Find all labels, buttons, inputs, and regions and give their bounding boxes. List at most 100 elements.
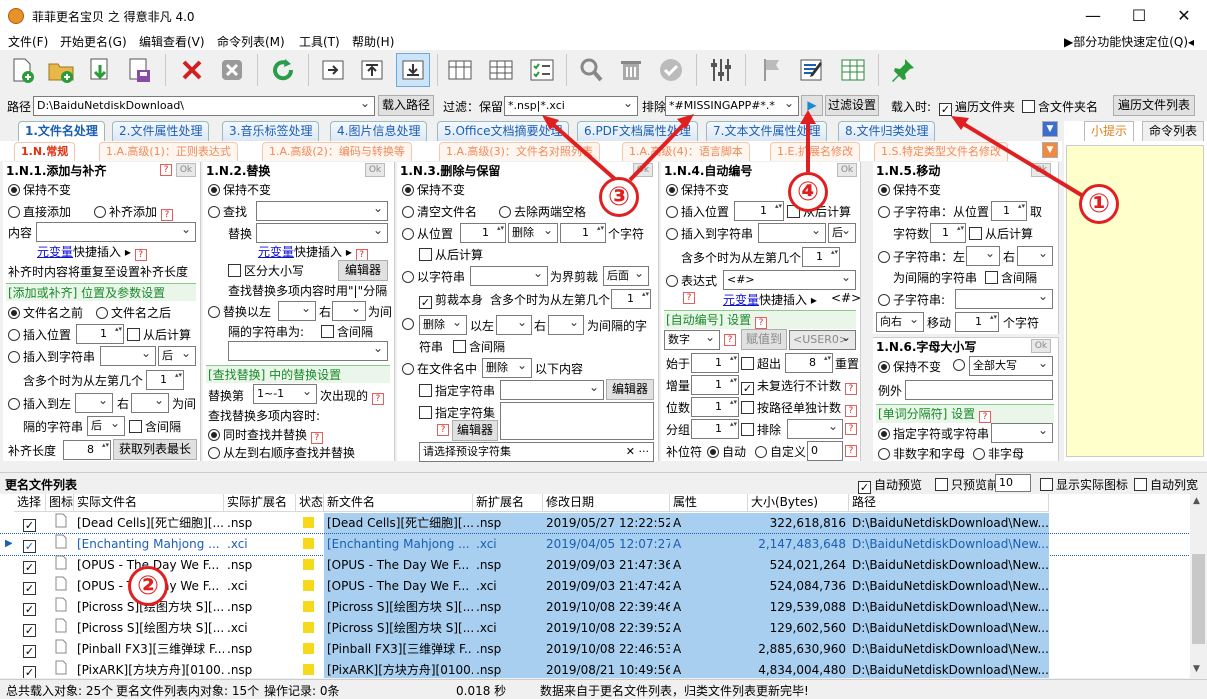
expr-radio[interactable]: 表达式 bbox=[666, 272, 717, 289]
hash-token[interactable]: <#> bbox=[831, 291, 861, 305]
tab-image-info[interactable]: 4.图片信息处理 bbox=[330, 121, 428, 141]
get-max-button[interactable]: 获取列表最长 bbox=[113, 439, 197, 460]
menu-command-list[interactable]: 命令列表(M) bbox=[217, 33, 285, 50]
find-input[interactable] bbox=[256, 201, 388, 221]
col-name[interactable]: 实际文件名 bbox=[74, 494, 224, 512]
clear-name-radio[interactable]: 清空文件名 bbox=[402, 203, 477, 220]
expr-input[interactable]: <#> bbox=[723, 270, 856, 290]
path-input[interactable]: D:\BaiduNetdiskDownload\ bbox=[33, 96, 375, 116]
pos-stepper[interactable]: 1 bbox=[460, 223, 506, 243]
subtab-normal[interactable]: 1.N.常规 bbox=[14, 142, 76, 161]
pin-icon[interactable] bbox=[886, 53, 920, 87]
case-select[interactable]: 全部大写 bbox=[969, 356, 1053, 376]
spec-radio[interactable]: 指定字符或字符串 bbox=[878, 425, 989, 442]
substr3-radio[interactable]: 子字符串: bbox=[878, 291, 945, 308]
keep-radio[interactable]: 保持不变 bbox=[8, 181, 71, 198]
in-name-radio[interactable]: 在文件名中 bbox=[402, 360, 477, 377]
table-row[interactable]: ✓ [Picross S][绘图方块 S][... .xci [Picross S][… bbox=[0, 618, 1190, 639]
insert-str-radio[interactable]: 插入到字符串 bbox=[8, 348, 95, 365]
step-stepper[interactable]: 1 bbox=[691, 375, 739, 395]
multi-stepper[interactable]: 1 bbox=[611, 289, 651, 309]
move-right-icon[interactable] bbox=[316, 53, 350, 87]
auto-preview-checkbox[interactable]: ✓ 自动预览 bbox=[858, 476, 922, 494]
group-stepper[interactable]: 1 bbox=[691, 419, 739, 439]
tab-dropdown-icon[interactable]: ▼ bbox=[1042, 121, 1058, 137]
ok-button[interactable]: Ok bbox=[1031, 163, 1051, 177]
filter-settings-button[interactable]: 过滤设置 bbox=[825, 95, 879, 116]
spreadsheet-icon[interactable] bbox=[836, 53, 870, 87]
replace-input[interactable] bbox=[256, 223, 388, 243]
by-path-checkbox[interactable]: 按路径单独计数 ? bbox=[741, 399, 857, 417]
delete-select-2[interactable]: 删除 bbox=[419, 315, 467, 335]
flag-icon[interactable] bbox=[755, 53, 789, 87]
subtab-encoding[interactable]: 1.A.高级(2)：编码与转换等 bbox=[262, 142, 412, 161]
quick-locate-menu[interactable]: ▶部分功能快速定位(Q)◂ bbox=[1064, 33, 1194, 50]
table-row[interactable]: ✓[OPUS - The Day We F....xci[OPUS - The … bbox=[0, 576, 1190, 597]
var-quick-insert[interactable]: 元变量快捷插入 ▸ ? bbox=[258, 243, 368, 261]
table-row[interactable]: ✓ [Dead Cells][死亡细胞][... .nsp [Dead Cells][… bbox=[0, 513, 1190, 534]
move-stepper[interactable]: 1 bbox=[955, 312, 999, 332]
trash-icon[interactable] bbox=[614, 53, 648, 87]
from-end-checkbox[interactable]: 从后计算 bbox=[969, 225, 1033, 242]
insert-str-input[interactable] bbox=[100, 346, 156, 366]
menu-tools[interactable]: 工具(T) bbox=[299, 33, 340, 50]
substr-lr-radio[interactable]: 子字符串：左 bbox=[878, 248, 965, 265]
help-icon[interactable]: ? bbox=[683, 292, 695, 304]
exclude-input[interactable] bbox=[787, 419, 843, 439]
insert-pos-radio[interactable]: 插入位置 bbox=[666, 203, 729, 220]
insert-str-radio[interactable]: 插入到字符串 bbox=[666, 225, 753, 242]
start-stepper[interactable]: 1 bbox=[691, 353, 739, 373]
var-quick-insert[interactable]: 元变量快捷插入 ▸ bbox=[723, 291, 817, 308]
before-name-radio[interactable]: 文件名之前 bbox=[8, 304, 83, 321]
delete-icon[interactable] bbox=[175, 53, 209, 87]
right-input[interactable] bbox=[332, 301, 366, 321]
col-attr[interactable]: 属性 bbox=[670, 494, 748, 512]
find-radio[interactable]: 查找 bbox=[208, 203, 247, 220]
col-size[interactable]: 大小(Bytes) bbox=[748, 494, 849, 512]
pad-len-stepper[interactable]: 8 bbox=[63, 440, 111, 460]
column-grid-icon[interactable] bbox=[484, 53, 518, 87]
row-checkbox[interactable]: ✓ bbox=[20, 597, 40, 618]
help-icon[interactable]: ? bbox=[437, 424, 449, 436]
show-icon-checkbox[interactable]: 显示实际图标 bbox=[1040, 476, 1128, 493]
gap-checkbox[interactable]: 含间隔 bbox=[985, 269, 1037, 286]
right-input[interactable] bbox=[131, 393, 169, 413]
assign-button[interactable]: 赋值到 bbox=[741, 329, 787, 350]
traverse-list-button[interactable]: 遍历文件列表 bbox=[1113, 95, 1195, 116]
tab-text[interactable]: 7.文本文件属性处理 bbox=[706, 121, 828, 141]
edit-list-icon[interactable] bbox=[795, 53, 829, 87]
right-input[interactable] bbox=[548, 315, 584, 335]
from-end-checkbox[interactable]: 从后计算 bbox=[127, 326, 191, 343]
cut-self-checkbox[interactable]: ✓ 剪裁本身 bbox=[419, 291, 483, 309]
multi-stepper[interactable]: 1 bbox=[146, 370, 184, 390]
insert-lr-radio[interactable]: 插入到左 bbox=[8, 395, 71, 412]
insert-pos-radio[interactable]: 插入位置 bbox=[8, 326, 71, 343]
direct-add-radio[interactable]: 直接添加 bbox=[8, 203, 71, 220]
count-stepper[interactable]: 1 bbox=[560, 223, 606, 243]
row-checkbox[interactable]: ✓ bbox=[20, 639, 40, 660]
pos-stepper[interactable]: 1 bbox=[734, 201, 784, 221]
editor-button[interactable]: 编辑器 bbox=[338, 260, 388, 281]
ok-button[interactable]: Ok bbox=[176, 163, 196, 177]
exception-input[interactable] bbox=[905, 380, 1053, 400]
col-date[interactable]: 修改日期 bbox=[543, 494, 670, 512]
tab-pdf[interactable]: 6.PDF文档属性处理 bbox=[577, 121, 698, 141]
var-quick-insert[interactable]: 元变量快捷插入 ▸ ? bbox=[37, 243, 147, 261]
tab-file-attr[interactable]: 2.文件属性处理 bbox=[112, 121, 210, 141]
row-checkbox[interactable]: ✓ bbox=[20, 534, 40, 555]
custom-radio[interactable]: 自定义 bbox=[755, 443, 806, 460]
table-row[interactable]: ▶ ✓ [Enchanting Mahjong ... .xci [Enchanting… bbox=[0, 533, 1190, 556]
col-new-name[interactable]: 新文件名 bbox=[324, 494, 473, 512]
vertical-scrollbar[interactable]: ▲ ▼ bbox=[1190, 494, 1207, 678]
checklist-icon[interactable] bbox=[525, 53, 559, 87]
custom-input[interactable]: 0 bbox=[807, 441, 843, 461]
after-select[interactable]: 后面 bbox=[603, 266, 649, 286]
only-first-checkbox[interactable]: 只预览前 bbox=[935, 476, 999, 493]
digits-stepper[interactable]: 1 bbox=[691, 397, 739, 417]
right-input[interactable] bbox=[1017, 246, 1053, 266]
subtab-specific[interactable]: 1.S.特定类型文件名修改 bbox=[874, 142, 1008, 161]
count-stepper[interactable]: 1 bbox=[930, 223, 966, 243]
by-str-input[interactable] bbox=[470, 266, 548, 286]
spec-input[interactable] bbox=[991, 423, 1053, 443]
subtab-script[interactable]: 1.A.高级(4)：语言脚本 bbox=[622, 142, 750, 161]
